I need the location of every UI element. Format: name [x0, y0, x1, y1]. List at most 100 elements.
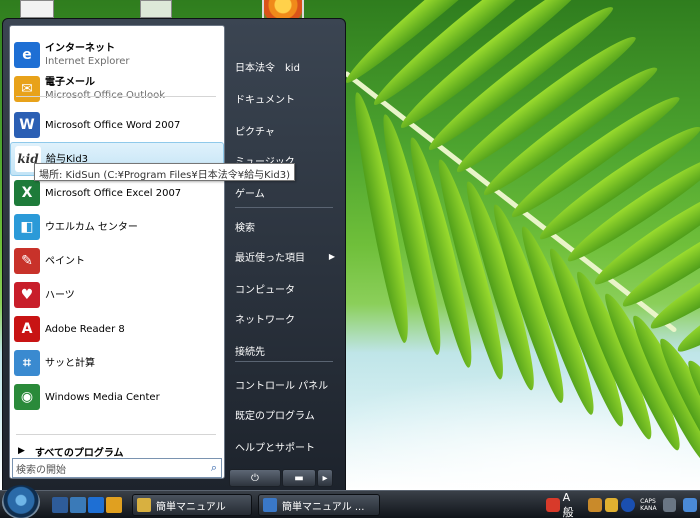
right-menu-item[interactable]: ネットワーク [231, 307, 339, 329]
right-menu-item[interactable]: 日本法令 kid [231, 55, 339, 77]
right-menu-item[interactable]: コントロール パネル [231, 373, 339, 395]
start-menu: e インターネット Internet Explorer ✉ 電子メール Microsoft… [2, 18, 346, 492]
program-title: インターネット [45, 43, 115, 54]
program-item[interactable]: ◧ ウエルカム センター [10, 210, 224, 244]
paint-icon: ✎ [14, 248, 40, 274]
excel-icon: X [14, 180, 40, 206]
program-item[interactable]: W Microsoft Office Word 2007 [10, 108, 224, 142]
right-separator [235, 361, 333, 362]
document-icon [263, 498, 277, 512]
right-menu-item[interactable]: 既定のプログラム [231, 403, 339, 425]
right-arrow-icon: ▶ [18, 446, 25, 456]
kana-label: KANA [640, 505, 657, 512]
program-title: Windows Media Center [45, 391, 160, 403]
program-item[interactable]: ◉ Windows Media Center [10, 380, 224, 414]
power-icon: ⏻ [251, 472, 259, 484]
right-menu-label: 最近使った項目 [235, 252, 305, 264]
start-search-box[interactable]: 検索の開始 ⌕ [12, 458, 222, 478]
media-center-icon: ◉ [14, 384, 40, 410]
desktop-icon[interactable] [140, 0, 172, 18]
program-title: ハーツ [45, 289, 75, 301]
folder-quicklaunch-icon[interactable] [106, 497, 122, 513]
program-item[interactable]: ✉電子メールMicrosoft Office Outlook [10, 72, 224, 106]
start-menu-left-pane: e インターネット Internet Explorer ✉ 電子メール Microsoft… [9, 25, 225, 479]
right-menu-item[interactable]: 接続先 [231, 339, 339, 361]
calculator-icon: ⌗ [14, 350, 40, 376]
program-title: Adobe Reader 8 [45, 323, 125, 335]
program-title: 電子メール [45, 77, 95, 88]
right-menu-label: ピクチャ [235, 126, 275, 138]
tray-options-icon[interactable] [662, 498, 677, 512]
ime-mode[interactable]: A 般 [563, 491, 585, 518]
right-menu-item[interactable]: ヘルプとサポート [231, 435, 339, 457]
dictionary-icon[interactable] [604, 498, 619, 512]
word-icon: W [14, 112, 40, 138]
right-menu-label: ヘルプとサポート [235, 442, 315, 454]
program-location-tooltip: 場所: KidSun (C:¥Program Files¥日本法令¥給与Kid3… [34, 163, 296, 181]
right-menu-label: コントロール パネル [235, 380, 329, 392]
caps-label: CAPS [640, 498, 656, 505]
taskbar-window-button[interactable]: 簡単マニュアル [132, 494, 252, 516]
right-menu-label: コンピュータ [235, 284, 295, 296]
power-controls: ⏻ ▬ ▸ [229, 469, 333, 487]
ime-tool-icon[interactable] [588, 498, 602, 512]
internet-explorer-quicklaunch-icon[interactable] [88, 497, 104, 513]
program-item[interactable]: ♥ ハーツ [10, 278, 224, 312]
program-item[interactable]: X Microsoft Office Excel 2007 [10, 176, 224, 210]
right-menu-item[interactable]: ピクチャ [231, 119, 339, 141]
caps-kana-indicator: CAPS KANA [640, 498, 657, 512]
welcome-center-icon: ◧ [14, 214, 40, 240]
start-orb-button[interactable] [2, 485, 40, 518]
right-menu-item[interactable]: ゲーム [231, 181, 339, 203]
taskbar-window-label: 簡単マニュアル ... [282, 501, 365, 513]
program-title: Microsoft Office Excel 2007 [45, 187, 182, 199]
right-menu-item[interactable]: 検索 [231, 215, 339, 237]
system-tray: A 般 CAPS KANA [546, 491, 700, 518]
document-icon [137, 498, 151, 512]
right-menu-item[interactable]: 最近使った項目 ▶ [231, 245, 339, 267]
program-item[interactable]: ✎ ペイント [10, 244, 224, 278]
hearts-icon: ♥ [14, 282, 40, 308]
help-icon[interactable] [621, 498, 636, 512]
language-bar-icon[interactable] [546, 498, 560, 512]
program-item[interactable]: A Adobe Reader 8 [10, 312, 224, 346]
program-title: サッと計算 [45, 357, 95, 369]
search-placeholder: 検索の開始 [16, 464, 66, 476]
program-title: Microsoft Office Word 2007 [45, 119, 181, 131]
lock-button[interactable]: ▬ [282, 469, 316, 487]
adobe-reader-icon: A [14, 316, 40, 342]
network-icon[interactable] [683, 498, 697, 512]
taskbar: 簡単マニュアル 簡単マニュアル ... A 般 CAPS KANA [0, 485, 700, 518]
program-subtitle: Internet Explorer [45, 56, 130, 67]
internet-explorer-icon: e [14, 42, 40, 68]
outlook-icon: ✉ [14, 76, 40, 102]
power-options-button[interactable]: ▸ [317, 469, 333, 487]
right-menu-label: 既定のプログラム [235, 410, 315, 422]
show-desktop-icon[interactable] [52, 497, 68, 513]
chevron-right-icon: ▸ [322, 472, 328, 484]
taskbar-window-button[interactable]: 簡単マニュアル ... [258, 494, 380, 516]
start-menu-right-pane: 日本法令 kid ドキュメント ピクチャ ミュージック ゲーム 検索 最近使った項目 ▶ コンピ… [225, 19, 345, 489]
all-programs-separator [16, 434, 216, 435]
desktop-icons-row [0, 0, 260, 18]
pinned-separator [16, 96, 216, 97]
search-icon[interactable]: ⌕ [211, 461, 217, 475]
all-programs-label: すべてのプログラム [34, 447, 124, 459]
lock-icon: ▬ [294, 472, 304, 484]
program-title: ウエルカム センター [45, 221, 138, 233]
submenu-arrow-icon: ▶ [328, 251, 335, 261]
program-item[interactable]: ⌗ サッと計算 [10, 346, 224, 380]
program-title: ペイント [45, 255, 85, 267]
right-menu-label: ゲーム [235, 188, 265, 200]
right-menu-label: ネットワーク [235, 314, 295, 326]
right-menu-label: 検索 [235, 222, 255, 234]
right-separator [235, 207, 333, 208]
right-menu-item[interactable]: ドキュメント [231, 87, 339, 109]
switch-windows-icon[interactable] [70, 497, 86, 513]
right-menu-label: ドキュメント [235, 94, 295, 106]
right-menu-label: 接続先 [235, 346, 265, 358]
desktop-icon[interactable] [20, 0, 54, 18]
program-item[interactable]: e インターネット Internet Explorer [10, 38, 224, 72]
right-menu-item[interactable]: コンピュータ [231, 277, 339, 299]
power-button[interactable]: ⏻ [229, 469, 281, 487]
